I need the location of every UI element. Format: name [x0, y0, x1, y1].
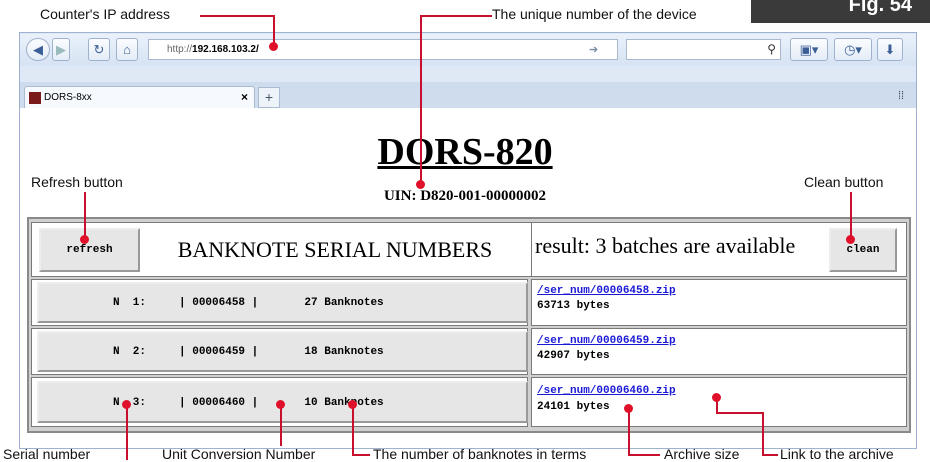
forward-arrow-icon: ▶: [56, 41, 66, 57]
leader-line: [420, 15, 422, 183]
leader-line: [273, 15, 275, 45]
table-heading: BANKNOTE SERIAL NUMBERS: [177, 237, 493, 262]
marker-dot: [624, 404, 633, 413]
leader-line: [420, 15, 492, 17]
annotation-serial: Serial number: [3, 446, 91, 462]
annotation-ip: Counter's IP address: [40, 6, 171, 22]
figure-tab: Fig. 54: [751, 0, 930, 23]
home-icon: ⌂: [123, 42, 131, 57]
annotation-clean: Clean button: [804, 174, 884, 190]
leader-line: [628, 408, 630, 456]
annotation-unique-number: The unique number of the device: [492, 6, 697, 22]
leader-line: [850, 192, 852, 237]
marker-dot: [348, 400, 357, 409]
leader-line: [352, 454, 370, 456]
device-uin: UIN: D820-001-00000002: [383, 188, 547, 204]
back-arrow-icon: ◀: [33, 41, 43, 57]
leader-line: [280, 404, 282, 446]
reload-button[interactable]: ↻: [88, 38, 110, 61]
url-prefix: http://: [167, 44, 193, 55]
bookmarks-icon: ▣▾: [799, 41, 819, 57]
leader-line: [84, 192, 86, 237]
annotation-link: Link to the archive: [780, 446, 894, 462]
forward-button[interactable]: ▶: [52, 38, 70, 61]
bookmarks-button[interactable]: ▣▾: [790, 38, 828, 61]
batch-row-label: N 1: | 00006458 | 27 Banknotes: [113, 297, 384, 309]
history-button[interactable]: ◷▾: [834, 38, 872, 61]
clean-button[interactable]: clean: [829, 228, 897, 272]
archive-link[interactable]: /ser_num/00006458.zip: [537, 285, 676, 297]
archive-size: 24101 bytes: [537, 401, 610, 413]
new-tab-button[interactable]: +: [258, 87, 280, 108]
marker-dot: [276, 400, 285, 409]
annotation-unit: Unit Conversion Number: [162, 446, 316, 462]
marker-dot: [712, 393, 721, 402]
marker-dot: [80, 235, 89, 244]
download-arrow-icon: ⬇: [884, 41, 896, 57]
marker-dot: [122, 400, 131, 409]
url-host: 192.168.103.2: [192, 44, 256, 55]
serial-table: refresh BANKNOTE SERIAL NUMBERS result: …: [27, 217, 911, 433]
marker-dot: [269, 42, 278, 51]
marker-dot: [416, 180, 425, 189]
archive-link[interactable]: /ser_num/00006459.zip: [537, 335, 676, 347]
leader-line: [762, 412, 764, 456]
favicon-icon: [29, 91, 41, 104]
leader-line: [200, 15, 274, 17]
annotation-refresh: Refresh button: [31, 174, 123, 190]
leader-line: [628, 454, 660, 456]
marker-dot: [846, 235, 855, 244]
batch-row-label: N 2: | 00006459 | 18 Banknotes: [113, 346, 384, 358]
search-input[interactable]: ⚲: [626, 39, 781, 60]
reload-icon: ↻: [93, 41, 105, 57]
tab-list-icon[interactable]: ⁞⁞: [898, 90, 904, 102]
refresh-button[interactable]: refresh: [39, 228, 140, 272]
batch-row-label: N 3: | 00006460 | 10 Banknotes: [113, 397, 384, 409]
archive-size: 42907 bytes: [537, 350, 610, 362]
leader-line: [762, 454, 778, 456]
archive-size: 63713 bytes: [537, 300, 610, 312]
tab-dors[interactable]: DORS-8xx ×: [24, 86, 255, 108]
leader-line: [126, 404, 128, 460]
page-title: DORS-820: [377, 131, 553, 173]
home-button[interactable]: ⌂: [116, 38, 138, 61]
annotation-count: The number of banknotes in terms: [373, 446, 587, 462]
result-text: result: 3 batches are available: [535, 233, 796, 258]
url-suffix: /: [255, 44, 259, 55]
back-button[interactable]: ◀: [26, 38, 50, 61]
history-clock-icon: ◷▾: [844, 41, 862, 57]
address-bar[interactable]: http://192.168.103.2/ ➔: [148, 39, 618, 60]
downloads-button[interactable]: ⬇: [877, 38, 903, 61]
search-icon[interactable]: ⚲: [767, 42, 776, 56]
tab-title: DORS-8xx: [44, 92, 92, 103]
batch-row-button[interactable]: N 2: | 00006459 | 18 Banknotes: [37, 331, 528, 372]
archive-link[interactable]: /ser_num/00006460.zip: [537, 385, 676, 397]
annotation-archive-size: Archive size: [664, 446, 740, 462]
go-arrow-icon[interactable]: ➔: [589, 43, 598, 56]
leader-line: [716, 412, 764, 414]
leader-line: [352, 404, 354, 456]
tab-close-icon[interactable]: ×: [241, 90, 248, 104]
batch-row-button[interactable]: N 1: | 00006458 | 27 Banknotes: [37, 282, 528, 323]
